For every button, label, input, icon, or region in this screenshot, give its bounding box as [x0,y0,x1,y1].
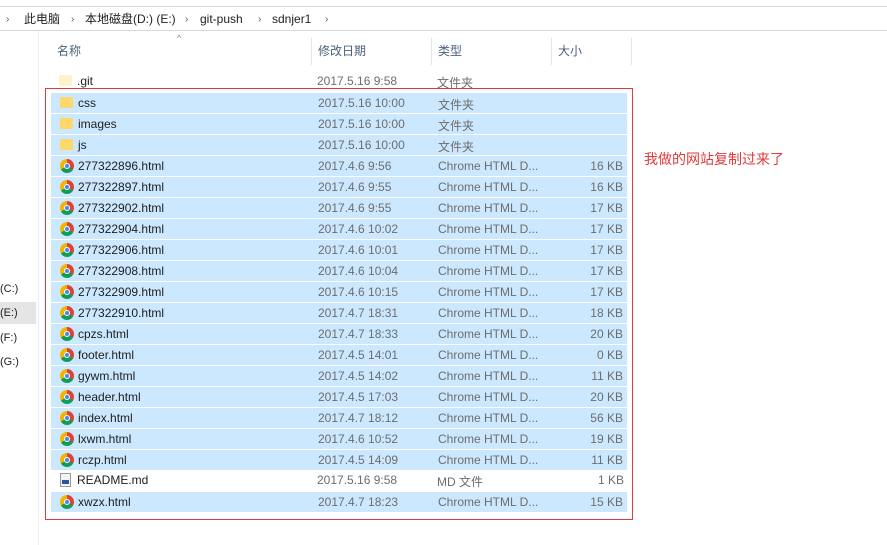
breadcrumb-git-push[interactable]: git-push [200,11,243,28]
nav-drive-f[interactable]: (F:) [0,327,36,349]
file-date: 2017.5.16 9:58 [317,74,398,88]
column-header-name[interactable]: 名称 [57,38,81,65]
breadcrumb-this-pc[interactable]: 此电脑 [24,11,60,28]
breadcrumb-sdnjer1[interactable]: sdnjer1 [272,11,311,28]
sort-up-icon: ^ [177,33,182,43]
column-header-type[interactable]: 类型 [438,38,462,65]
column-header-size[interactable]: 大小 [558,38,582,65]
navigation-pane: (C:) (E:) (F:) (G:) [0,31,39,545]
nav-drive-e[interactable]: (E:) [0,302,36,324]
nav-drive-c[interactable]: (C:) [0,278,36,300]
column-header-date[interactable]: 修改日期 [318,38,366,65]
breadcrumb-local-disk[interactable]: 本地磁盘(D:) (E:) [85,11,176,28]
address-bar[interactable]: › 此电脑 › 本地磁盘(D:) (E:) › git-push › sdnje… [0,6,887,31]
file-name: .git [77,74,94,88]
chevron-right-icon: › [71,14,75,25]
annotation-text: 我做的网站复制过来了 [644,151,784,167]
column-divider[interactable] [551,38,552,65]
chevron-right-icon: › [6,14,10,25]
chevron-right-icon: › [258,14,262,25]
chevron-right-icon: › [325,14,329,25]
folder-icon [59,75,72,86]
nav-drive-g[interactable]: (G:) [0,351,36,373]
column-divider[interactable] [431,38,432,65]
column-divider[interactable] [631,38,632,65]
annotation-box [45,88,633,520]
column-divider[interactable] [311,38,312,65]
chevron-right-icon: › [185,14,189,25]
